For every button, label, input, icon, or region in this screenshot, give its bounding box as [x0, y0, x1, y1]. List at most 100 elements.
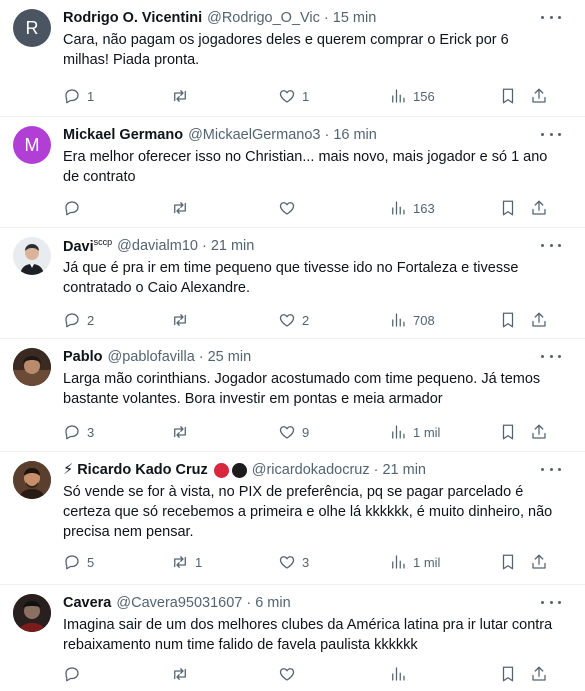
tweet-text: Larga mão corinthians. Jogador acostumad…: [63, 371, 541, 407]
action-bar: 5 1 3 1 mil: [63, 551, 553, 573]
tweet[interactable]: Cavera @Cavera95031607 · 6 min Imagina s…: [0, 585, 585, 691]
more-options-icon[interactable]: [541, 126, 561, 142]
views-button[interactable]: 156: [389, 85, 435, 107]
tweet-header: Cavera @Cavera95031607 · 6 min: [63, 592, 291, 614]
views-button[interactable]: 1 mil: [389, 551, 440, 573]
like-button[interactable]: 9: [278, 421, 309, 443]
user-handle[interactable]: @Rodrigo_O_Vic: [207, 10, 320, 26]
black-circle-emoji-icon: [231, 462, 247, 478]
share-button[interactable]: [530, 197, 548, 219]
timestamp[interactable]: 21 min: [382, 462, 426, 478]
views-chart-icon: [392, 313, 405, 327]
avatar-photo: [13, 594, 51, 632]
avatar[interactable]: [13, 348, 51, 386]
separator-dot: ·: [373, 462, 379, 478]
user-name[interactable]: ⚡ Ricardo Kado Cruz: [63, 462, 208, 478]
like-button[interactable]: [278, 663, 302, 685]
heart-icon: [279, 556, 295, 569]
tweet[interactable]: M Mickael Germano @MickaelGermano3 · 16 …: [0, 117, 585, 228]
user-handle[interactable]: @pablofavilla: [107, 349, 194, 365]
user-name-text: Davi: [63, 238, 94, 255]
like-button[interactable]: [278, 197, 302, 219]
like-button[interactable]: 2: [278, 309, 309, 331]
bookmark-icon: [502, 312, 514, 328]
retweet-button[interactable]: [171, 197, 195, 219]
bookmark-button[interactable]: [499, 85, 517, 107]
views-button[interactable]: 708: [389, 309, 435, 331]
retweet-button[interactable]: [171, 663, 195, 685]
timestamp[interactable]: 16 min: [333, 127, 377, 143]
tweet[interactable]: Davisccp @davialm10 · 21 min Já que é pr…: [0, 228, 585, 339]
share-button[interactable]: [530, 421, 548, 443]
user-name[interactable]: Cavera: [63, 595, 111, 611]
share-icon: [532, 666, 546, 681]
views-button[interactable]: 1 mil: [389, 421, 440, 443]
like-button[interactable]: 1: [278, 85, 309, 107]
share-button[interactable]: [530, 85, 548, 107]
share-button[interactable]: [530, 663, 548, 685]
avatar[interactable]: [13, 237, 51, 275]
separator-dot: ·: [324, 127, 330, 143]
retweet-button[interactable]: [171, 85, 195, 107]
retweet-count: 1: [195, 554, 203, 570]
avatar[interactable]: [13, 594, 51, 632]
views-count: 156: [413, 88, 435, 104]
more-options-icon[interactable]: [541, 594, 561, 610]
reply-button[interactable]: 3: [63, 421, 94, 443]
user-name[interactable]: Rodrigo O. Vicentini: [63, 10, 202, 26]
bookmark-button[interactable]: [499, 551, 517, 573]
reply-button[interactable]: 2: [63, 309, 94, 331]
like-count: 2: [302, 312, 310, 328]
reply-button[interactable]: [63, 197, 87, 219]
reply-count: 2: [87, 312, 95, 328]
share-icon: [532, 312, 546, 327]
user-handle[interactable]: @MickaelGermano3: [188, 127, 320, 143]
avatar[interactable]: [13, 461, 51, 499]
views-button[interactable]: [389, 663, 413, 685]
more-options-icon[interactable]: [541, 9, 561, 25]
reply-button[interactable]: 5: [63, 551, 94, 573]
retweet-icon: [174, 426, 186, 438]
views-button[interactable]: 163: [389, 197, 435, 219]
timestamp[interactable]: 6 min: [255, 595, 290, 611]
more-options-icon[interactable]: [541, 237, 561, 253]
bookmark-button[interactable]: [499, 309, 517, 331]
user-handle[interactable]: @ricardokadocruz: [252, 462, 370, 478]
user-name[interactable]: Pablo: [63, 349, 102, 365]
user-name[interactable]: Mickael Germano: [63, 127, 183, 143]
tweet-text: Imagina sair de um dos melhores clubes d…: [63, 617, 553, 653]
bookmark-button[interactable]: [499, 197, 517, 219]
like-button[interactable]: 3: [278, 551, 309, 573]
avatar-photo: [13, 348, 51, 386]
user-name[interactable]: Davisccp: [63, 237, 112, 255]
avatar[interactable]: M: [13, 126, 51, 164]
timestamp[interactable]: 15 min: [333, 10, 377, 26]
reply-button[interactable]: [63, 663, 87, 685]
views-chart-icon: [392, 201, 405, 215]
bookmark-button[interactable]: [499, 421, 517, 443]
bookmark-button[interactable]: [499, 663, 517, 685]
more-options-icon[interactable]: [541, 348, 561, 364]
red-circle-emoji-icon: [213, 462, 229, 478]
timestamp[interactable]: 25 min: [208, 349, 252, 365]
reply-icon: [65, 555, 79, 570]
reply-icon: [65, 667, 79, 682]
tweet[interactable]: R Rodrigo O. Vicentini @Rodrigo_O_Vic · …: [0, 0, 585, 117]
user-handle[interactable]: @Cavera95031607: [116, 595, 242, 611]
user-handle[interactable]: @davialm10: [117, 238, 198, 254]
more-options-icon[interactable]: [541, 461, 561, 477]
reply-button[interactable]: 1: [63, 85, 94, 107]
share-button[interactable]: [530, 551, 548, 573]
views-count: 163: [413, 200, 435, 216]
retweet-button[interactable]: 1: [171, 551, 202, 573]
avatar[interactable]: R: [13, 9, 51, 47]
timestamp[interactable]: 21 min: [211, 238, 255, 254]
tweet-header: ⚡ Ricardo Kado Cruz @ricardokadocruz · 2…: [63, 459, 426, 481]
retweet-button[interactable]: [171, 309, 195, 331]
views-chart-icon: [392, 89, 405, 103]
share-button[interactable]: [530, 309, 548, 331]
retweet-button[interactable]: [171, 421, 195, 443]
tweet[interactable]: ⚡ Ricardo Kado Cruz @ricardokadocruz · 2…: [0, 452, 585, 585]
avatar-photo: [13, 461, 51, 499]
tweet[interactable]: Pablo @pablofavilla · 25 min Larga mão c…: [0, 339, 585, 452]
